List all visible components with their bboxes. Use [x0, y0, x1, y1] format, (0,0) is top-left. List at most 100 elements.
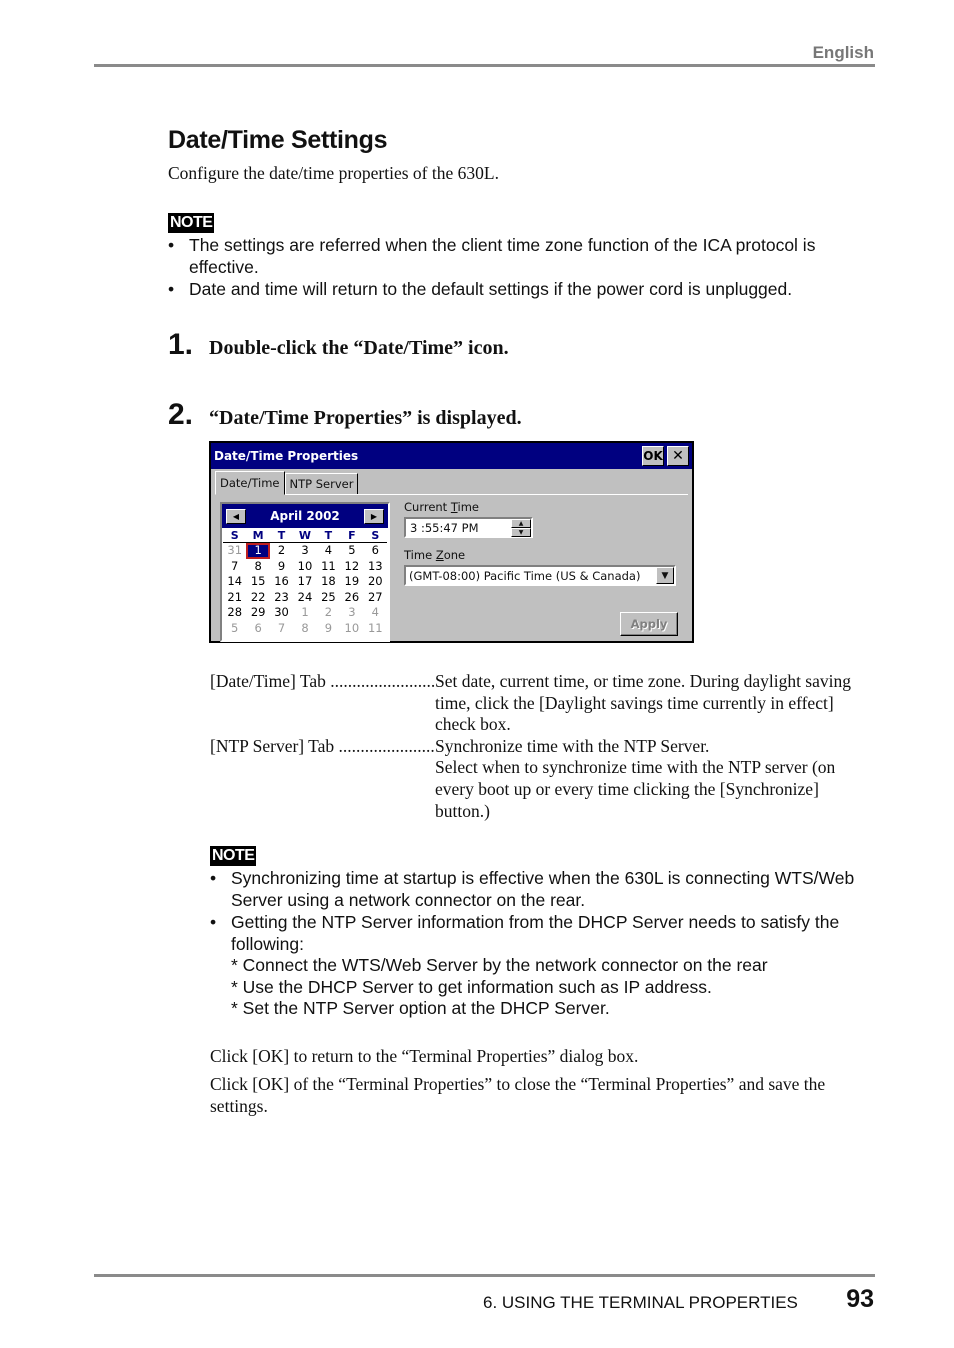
calendar-day[interactable]: 24: [293, 590, 316, 606]
note-badge: NOTE: [168, 213, 215, 233]
description-row: [Date/Time] Tab Set date, current time, …: [210, 671, 880, 736]
tab-ntp-server[interactable]: NTP Server: [284, 473, 359, 495]
calendar-day[interactable]: 6: [364, 543, 387, 559]
calendar-day[interactable]: 17: [293, 574, 316, 590]
calendar-day[interactable]: 13: [364, 559, 387, 575]
calendar-header: ◀ April 2002 ▶: [222, 504, 388, 528]
calendar-day[interactable]: 8: [246, 559, 269, 575]
calendar-day[interactable]: 23: [270, 590, 293, 606]
calendar-day[interactable]: 6: [246, 621, 269, 637]
calendar-day[interactable]: 1: [293, 605, 316, 621]
weekday-header: M: [246, 528, 270, 543]
weekday-header: F: [340, 528, 364, 543]
chevron-down-icon[interactable]: ▼: [656, 567, 674, 584]
step-number: 2.: [168, 398, 194, 431]
calendar-day[interactable]: 8: [293, 621, 316, 637]
calendar-day[interactable]: 4: [317, 543, 340, 559]
calendar-day[interactable]: 3: [293, 543, 316, 559]
footer-rule: [94, 1274, 875, 1277]
page-number: 93: [846, 1285, 874, 1313]
calendar-day[interactable]: 27: [364, 590, 387, 606]
tab-descriptions: [Date/Time] Tab Set date, current time, …: [210, 671, 880, 822]
calendar-day[interactable]: 21: [223, 590, 246, 606]
weekday-header: S: [223, 528, 247, 543]
calendar-day[interactable]: 5: [340, 543, 363, 559]
calendar-day[interactable]: 7: [223, 559, 246, 575]
calendar-day[interactable]: 2: [317, 605, 340, 621]
note-item: The settings are referred when the clien…: [168, 235, 868, 278]
step-text: Double-click the “Date/Time” icon.: [209, 337, 509, 359]
calendar-day[interactable]: 3: [340, 605, 363, 621]
calendar-day[interactable]: 2: [270, 543, 293, 559]
prev-month-icon[interactable]: ◀: [226, 508, 246, 524]
calendar-day[interactable]: 10: [293, 559, 316, 575]
time-spinner[interactable]: ▲ ▼: [511, 519, 531, 537]
step-number: 1.: [168, 328, 194, 361]
calendar-day[interactable]: 25: [317, 590, 340, 606]
note-item: Synchronizing time at startup is effecti…: [210, 868, 880, 911]
note-list: Synchronizing time at startup is effecti…: [210, 868, 880, 1021]
calendar-day[interactable]: 16: [270, 574, 293, 590]
calendar-day[interactable]: 19: [340, 574, 363, 590]
calendar-day[interactable]: 28: [223, 605, 246, 621]
spin-down-icon[interactable]: ▼: [511, 528, 531, 537]
time-zone-label: Time Zone: [404, 548, 466, 562]
calendar-day[interactable]: 26: [340, 590, 363, 606]
description-term: [NTP Server] Tab: [210, 736, 435, 822]
note-subitem: * Use the DHCP Server to get information…: [231, 976, 712, 997]
spin-up-icon[interactable]: ▲: [511, 519, 531, 528]
description-row: [NTP Server] Tab Synchronize time with t…: [210, 736, 880, 822]
weekday-header: S: [363, 528, 387, 543]
tab-date-time[interactable]: Date/Time: [215, 471, 285, 495]
calendar-day[interactable]: 18: [317, 574, 340, 590]
note-badge: NOTE: [210, 846, 257, 866]
next-month-icon[interactable]: ▶: [363, 508, 384, 524]
calendar-day[interactable]: 7: [270, 621, 293, 637]
calendar-day[interactable]: 29: [246, 605, 269, 621]
date-time-panel: ◀ April 2002 ▶ S M T W T F S 31 1 2 3 4 5 6 7 8 9 10 11 12 1…: [215, 494, 688, 642]
note-item: Date and time will return to the default…: [168, 279, 868, 301]
calendar-day[interactable]: 30: [270, 605, 293, 621]
note-item: Getting the NTP Server information from …: [210, 912, 880, 1020]
calendar-day[interactable]: 15: [246, 574, 269, 590]
description-definition: Set date, current time, or time zone. Du…: [435, 671, 852, 735]
dialog-title-bar: Date/Time Properties OK ✕: [211, 443, 692, 469]
time-zone-select[interactable]: (GMT-08:00) Pacific Time (US & Canada) ▼: [404, 565, 676, 586]
calendar: ◀ April 2002 ▶ S M T W T F S 31 1 2 3 4 5 6 7 8 9 10 11 12 1…: [220, 502, 390, 642]
closing-paragraph: Click [OK] of the “Terminal Properties” …: [210, 1074, 826, 1116]
calendar-day-selected[interactable]: 1: [246, 543, 270, 559]
calendar-day[interactable]: 9: [317, 621, 340, 637]
apply-button[interactable]: Apply: [620, 612, 678, 636]
description-term: [Date/Time] Tab: [210, 671, 435, 736]
close-icon[interactable]: ✕: [667, 446, 689, 466]
note-list: The settings are referred when the clien…: [168, 235, 868, 302]
footer-section: 6. USING THE TERMINAL PROPERTIES: [483, 1293, 798, 1312]
calendar-day[interactable]: 20: [364, 574, 387, 590]
calendar-day[interactable]: 11: [317, 559, 340, 575]
header-language: English: [812, 43, 874, 62]
weekday-header: W: [293, 528, 317, 543]
weekday-header: T: [316, 528, 341, 543]
calendar-day[interactable]: 10: [340, 621, 363, 637]
header-rule: [94, 64, 875, 67]
date-time-properties-dialog: Date/Time Properties OK ✕ Date/Time NTP …: [209, 441, 694, 643]
step-1: 1. Double-click the “Date/Time” icon.: [168, 328, 509, 362]
calendar-day[interactable]: 4: [364, 605, 387, 621]
calendar-day[interactable]: 9: [270, 559, 293, 575]
calendar-day[interactable]: 22: [246, 590, 269, 606]
current-time-field[interactable]: 3 :55:47 PM ▲ ▼: [404, 517, 533, 538]
calendar-grid: S M T W T F S 31 1 2 3 4 5 6 7 8 9 10 11 12 13 14 15 16 17 18 19 20…: [222, 528, 388, 636]
current-time-value: 3 :55:47 PM: [410, 520, 479, 535]
calendar-day[interactable]: 31: [223, 543, 246, 559]
description-definition: Synchronize time with the NTP Server. Se…: [435, 735, 836, 821]
calendar-day[interactable]: 11: [364, 621, 387, 637]
calendar-day[interactable]: 12: [340, 559, 363, 575]
step-text: “Date/Time Properties” is displayed.: [209, 407, 522, 429]
calendar-day[interactable]: 5: [223, 621, 246, 637]
calendar-day[interactable]: 14: [223, 574, 246, 590]
calendar-month-label: April 2002: [270, 509, 340, 523]
ok-button[interactable]: OK: [642, 446, 664, 466]
note-subitem: * Set the NTP Server option at the DHCP …: [231, 998, 610, 1018]
dialog-title: Date/Time Properties: [214, 449, 359, 463]
step-2: 2. “Date/Time Properties” is displayed.: [168, 398, 522, 432]
